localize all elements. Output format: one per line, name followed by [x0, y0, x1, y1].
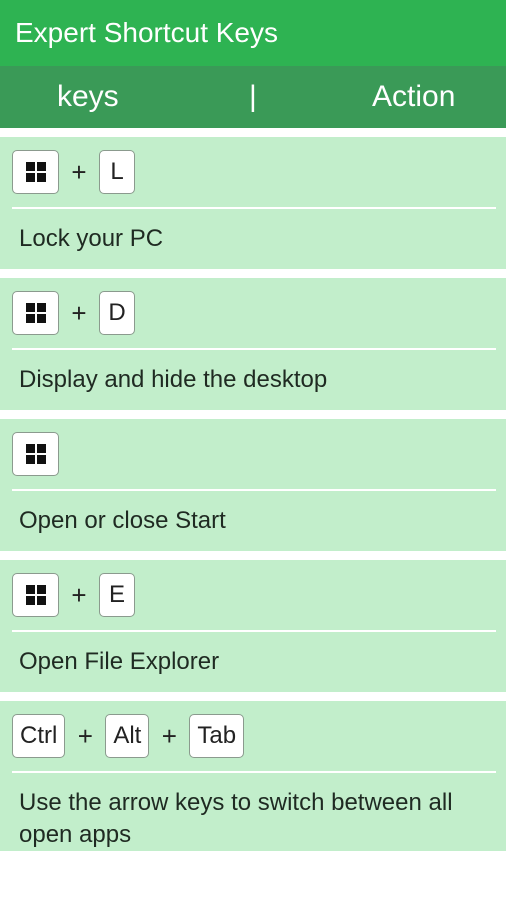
- keys-column-label: keys: [57, 80, 119, 113]
- keys-row: + D: [0, 278, 506, 348]
- shortcut-card-lock[interactable]: + L Lock your PC: [0, 137, 506, 269]
- windows-key: [12, 432, 59, 476]
- key-cap: Ctrl: [12, 714, 66, 758]
- key-cap: L: [99, 150, 135, 194]
- action-column-label: Action: [372, 80, 456, 113]
- windows-key: [12, 291, 59, 335]
- windows-icon: [25, 162, 46, 182]
- key-cap: D: [99, 291, 135, 335]
- windows-icon: [25, 303, 46, 323]
- plus-sign: +: [161, 720, 177, 751]
- keys-row: Ctrl + Alt + Tab: [0, 701, 506, 771]
- shortcut-card-start[interactable]: Open or close Start: [0, 419, 506, 551]
- shortcut-card-explorer[interactable]: + E Open File Explorer: [0, 560, 506, 692]
- keys-row: + L: [0, 137, 506, 207]
- shortcut-description: Lock your PC: [19, 225, 164, 252]
- windows-key: [12, 573, 59, 617]
- shortcut-card-desktop[interactable]: + D Display and hide the desktop: [0, 278, 506, 410]
- plus-sign: +: [71, 579, 87, 610]
- shortcut-card-switch-apps[interactable]: Ctrl + Alt + Tab Use the arrow keys to s…: [0, 701, 506, 851]
- windows-key: [12, 150, 59, 194]
- shortcut-description: Open File Explorer: [19, 648, 220, 675]
- shortcut-description: Open or close Start: [19, 507, 226, 534]
- plus-sign: +: [77, 720, 93, 751]
- windows-icon: [25, 444, 46, 464]
- column-header: keys | Action: [0, 66, 506, 128]
- app-bar: Expert Shortcut Keys: [0, 0, 506, 66]
- plus-sign: +: [71, 297, 87, 328]
- shortcut-description: Display and hide the desktop: [19, 366, 328, 393]
- shortcut-description: Use the arrow keys to switch between all…: [19, 789, 453, 848]
- plus-sign: +: [71, 156, 87, 187]
- key-cap: E: [99, 573, 135, 617]
- key-cap: Tab: [189, 714, 245, 758]
- shortcut-list: + L Lock your PC + D Display and hide th…: [0, 128, 506, 851]
- windows-icon: [25, 585, 46, 605]
- app-title: Expert Shortcut Keys: [15, 17, 279, 48]
- key-cap: Alt: [105, 714, 150, 758]
- keys-row: [0, 419, 506, 489]
- keys-row: + E: [0, 560, 506, 630]
- column-separator: |: [249, 80, 257, 113]
